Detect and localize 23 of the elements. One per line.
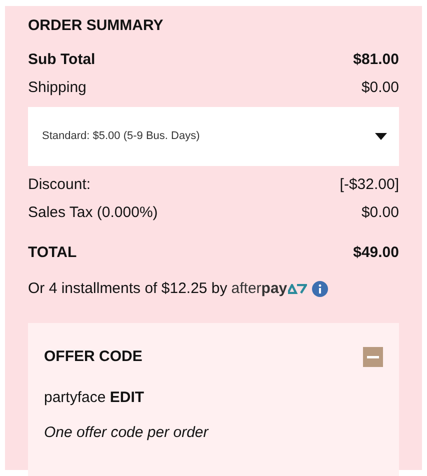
edit-link[interactable]: EDIT — [110, 388, 144, 406]
summary-label: Sub Total — [28, 50, 96, 70]
section-title: ORDER SUMMARY — [28, 16, 164, 36]
dropdown-value: Standard: $5.00 (5-9 Bus. Days) — [42, 129, 200, 144]
summary-amount: $49.00 — [353, 243, 399, 263]
caret-icon — [375, 132, 387, 140]
shipping-dropdown[interactable]: Standard: $5.00 (5-9 Bus. Days) — [28, 107, 399, 166]
summary-label: Sales Tax (0.000%) — [28, 203, 158, 223]
offer-code-title: OFFER CODE — [44, 347, 142, 367]
summary-label: TOTAL — [28, 243, 77, 263]
offer-code-value: partyface — [44, 388, 106, 406]
summary-amount: $0.00 — [361, 203, 399, 223]
collapse-icon[interactable] — [363, 347, 383, 368]
summary-label: Discount: — [28, 175, 91, 195]
summary-label: Shipping — [28, 78, 86, 98]
info-icon[interactable] — [312, 281, 328, 297]
summary-amount: [-$32.00] — [340, 175, 399, 195]
afterpay-logo: afterpay — [231, 278, 288, 299]
installments-text: Or 4 installments of $12.25 by — [28, 278, 228, 299]
summary-amount: $81.00 — [353, 50, 399, 70]
summary-amount: $0.00 — [361, 78, 399, 98]
offer-code-note: One offer code per order — [44, 423, 210, 443]
afterpay-mark-icon — [288, 284, 308, 294]
